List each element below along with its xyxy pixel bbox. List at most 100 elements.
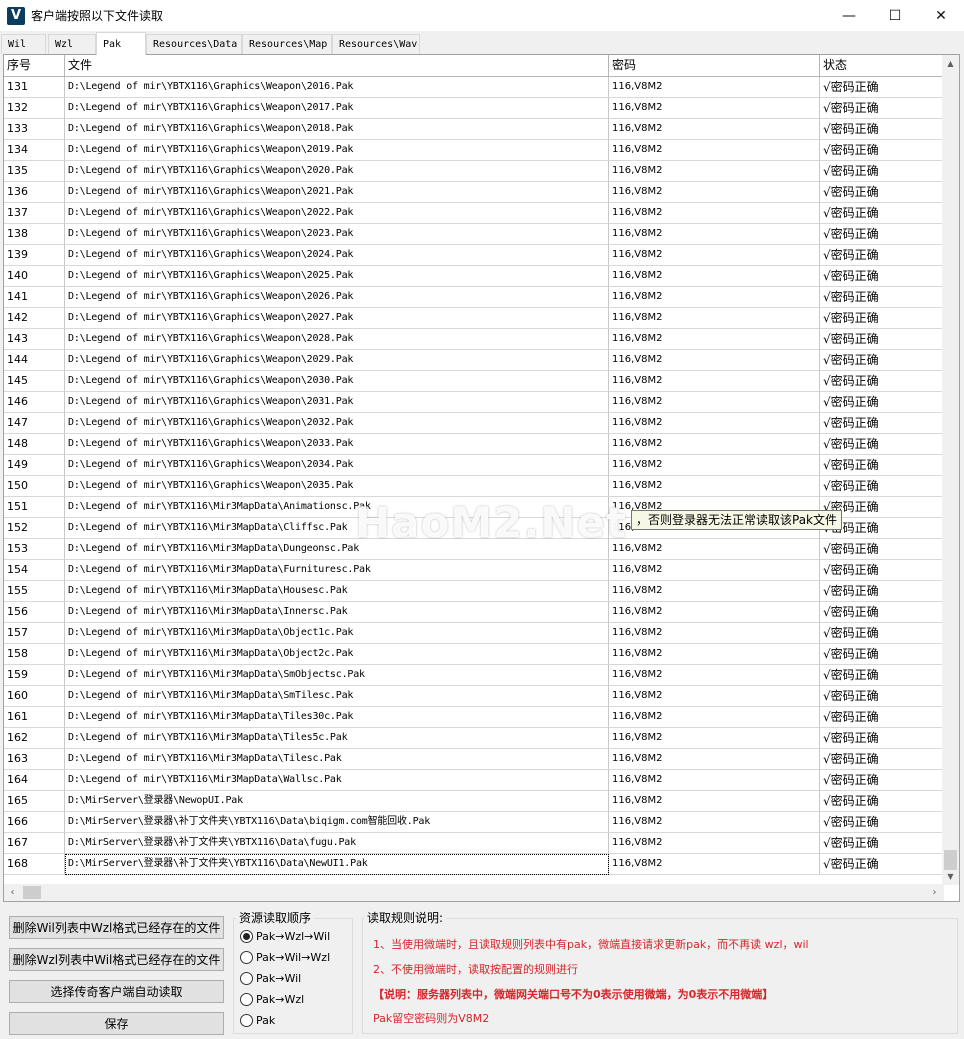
cell-file[interactable]: D:\Legend of mir\YBTX116\Graphics\Weapon…	[65, 77, 609, 98]
cell-status[interactable]: √密码正确	[820, 833, 944, 854]
cell-password[interactable]: 116,V8M2	[609, 665, 820, 686]
column-header-status[interactable]: 状态	[820, 55, 944, 76]
cell-password[interactable]: 116,V8M2	[609, 854, 820, 875]
table-row[interactable]: 135 D:\Legend of mir\YBTX116\Graphics\Wea…	[4, 161, 944, 182]
cell-file[interactable]: D:\Legend of mir\YBTX116\Graphics\Weapon…	[65, 371, 609, 392]
cell-no[interactable]: 167	[4, 833, 65, 854]
horizontal-scrollbar[interactable]: ‹ ›	[4, 884, 944, 901]
table-row[interactable]: 163 D:\Legend of mir\YBTX116\Mir3MapData\…	[4, 749, 944, 770]
cell-status[interactable]: √密码正确	[820, 224, 944, 245]
cell-status[interactable]: √密码正确	[820, 119, 944, 140]
cell-password[interactable]: 116,V8M2	[609, 329, 820, 350]
table-row[interactable]: 147 D:\Legend of mir\YBTX116\Graphics\Wea…	[4, 413, 944, 434]
cell-password[interactable]: 116,V8M2	[609, 644, 820, 665]
table-row[interactable]: 156 D:\Legend of mir\YBTX116\Mir3MapData\…	[4, 602, 944, 623]
cell-file[interactable]: D:\Legend of mir\YBTX116\Mir3MapData\Hou…	[65, 581, 609, 602]
cell-no[interactable]: 136	[4, 182, 65, 203]
cell-file[interactable]: D:\Legend of mir\YBTX116\Graphics\Weapon…	[65, 476, 609, 497]
cell-password[interactable]: 116,V8M2	[609, 119, 820, 140]
cell-password[interactable]: 116,V8M2	[609, 287, 820, 308]
cell-file[interactable]: D:\Legend of mir\YBTX116\Graphics\Weapon…	[65, 98, 609, 119]
table-row[interactable]: 132 D:\Legend of mir\YBTX116\Graphics\Wea…	[4, 98, 944, 119]
cell-password[interactable]: 116,V8M2	[609, 707, 820, 728]
cell-no[interactable]: 134	[4, 140, 65, 161]
cell-status[interactable]: √密码正确	[820, 161, 944, 182]
cell-no[interactable]: 157	[4, 623, 65, 644]
cell-file[interactable]: D:\Legend of mir\YBTX116\Graphics\Weapon…	[65, 182, 609, 203]
table-row[interactable]: 168 D:\MirServer\登录器\补丁文件夹\YBTX116\Data\N…	[4, 854, 944, 875]
cell-status[interactable]: √密码正确	[820, 707, 944, 728]
cell-status[interactable]: √密码正确	[820, 854, 944, 875]
table-row[interactable]: 155 D:\Legend of mir\YBTX116\Mir3MapData\…	[4, 581, 944, 602]
cell-no[interactable]: 164	[4, 770, 65, 791]
cell-status[interactable]: √密码正确	[820, 434, 944, 455]
cell-status[interactable]: √密码正确	[820, 98, 944, 119]
cell-password[interactable]: 116,V8M2	[609, 371, 820, 392]
cell-password[interactable]: 116,V8M2	[609, 560, 820, 581]
table-row[interactable]: 134 D:\Legend of mir\YBTX116\Graphics\Wea…	[4, 140, 944, 161]
delete-wzl-button[interactable]: 删除Wzl列表中Wil格式已经存在的文件	[9, 948, 224, 971]
cell-no[interactable]: 137	[4, 203, 65, 224]
cell-password[interactable]: 116,V8M2	[609, 392, 820, 413]
cell-file[interactable]: D:\Legend of mir\YBTX116\Graphics\Weapon…	[65, 287, 609, 308]
cell-file[interactable]: D:\Legend of mir\YBTX116\Graphics\Weapon…	[65, 329, 609, 350]
scroll-right-icon[interactable]: ›	[926, 884, 943, 901]
cell-password[interactable]: 116,V8M2	[609, 245, 820, 266]
close-button[interactable]: ✕	[918, 0, 964, 31]
cell-status[interactable]: √密码正确	[820, 791, 944, 812]
read-order-option[interactable]: Pak→Wzl→Wil	[240, 927, 330, 945]
cell-no[interactable]: 161	[4, 707, 65, 728]
cell-file[interactable]: D:\MirServer\登录器\NewopUI.Pak	[65, 791, 609, 812]
cell-no[interactable]: 144	[4, 350, 65, 371]
cell-file[interactable]: D:\MirServer\登录器\补丁文件夹\YBTX116\Data\fugu…	[65, 833, 609, 854]
table-row[interactable]: 145 D:\Legend of mir\YBTX116\Graphics\Wea…	[4, 371, 944, 392]
cell-password[interactable]: 116,V8M2	[609, 833, 820, 854]
cell-password[interactable]: 116,V8M2	[609, 686, 820, 707]
tab-wil[interactable]: Wil	[1, 34, 46, 54]
cell-status[interactable]: √密码正确	[820, 77, 944, 98]
cell-file[interactable]: D:\Legend of mir\YBTX116\Mir3MapData\Til…	[65, 749, 609, 770]
cell-file[interactable]: D:\MirServer\登录器\补丁文件夹\YBTX116\Data\NewU…	[65, 854, 609, 875]
cell-status[interactable]: √密码正确	[820, 329, 944, 350]
tab-wzl[interactable]: Wzl	[48, 34, 96, 54]
cell-no[interactable]: 131	[4, 77, 65, 98]
cell-no[interactable]: 147	[4, 413, 65, 434]
cell-file[interactable]: D:\Legend of mir\YBTX116\Graphics\Weapon…	[65, 119, 609, 140]
read-order-option[interactable]: Pak→Wzl	[240, 990, 304, 1008]
cell-no[interactable]: 151	[4, 497, 65, 518]
column-header-password[interactable]: 密码	[609, 55, 820, 76]
table-row[interactable]: 143 D:\Legend of mir\YBTX116\Graphics\Wea…	[4, 329, 944, 350]
column-header-file[interactable]: 文件	[65, 55, 609, 76]
minimize-button[interactable]: —	[826, 0, 872, 31]
table-row[interactable]: 160 D:\Legend of mir\YBTX116\Mir3MapData\…	[4, 686, 944, 707]
table-row[interactable]: 131 D:\Legend of mir\YBTX116\Graphics\Wea…	[4, 77, 944, 98]
cell-no[interactable]: 162	[4, 728, 65, 749]
cell-status[interactable]: √密码正确	[820, 686, 944, 707]
cell-file[interactable]: D:\Legend of mir\YBTX116\Graphics\Weapon…	[65, 308, 609, 329]
table-row[interactable]: 148 D:\Legend of mir\YBTX116\Graphics\Wea…	[4, 434, 944, 455]
scroll-up-icon[interactable]: ▲	[942, 55, 959, 72]
table-row[interactable]: 164 D:\Legend of mir\YBTX116\Mir3MapData\…	[4, 770, 944, 791]
table-row[interactable]: 138 D:\Legend of mir\YBTX116\Graphics\Wea…	[4, 224, 944, 245]
cell-no[interactable]: 154	[4, 560, 65, 581]
cell-status[interactable]: √密码正确	[820, 602, 944, 623]
cell-file[interactable]: D:\Legend of mir\YBTX116\Mir3MapData\SmO…	[65, 665, 609, 686]
table-row[interactable]: 140 D:\Legend of mir\YBTX116\Graphics\Wea…	[4, 266, 944, 287]
cell-file[interactable]: D:\Legend of mir\YBTX116\Mir3MapData\SmT…	[65, 686, 609, 707]
cell-status[interactable]: √密码正确	[820, 287, 944, 308]
cell-password[interactable]: 116,V8M2	[609, 413, 820, 434]
cell-no[interactable]: 150	[4, 476, 65, 497]
table-row[interactable]: 142 D:\Legend of mir\YBTX116\Graphics\Wea…	[4, 308, 944, 329]
cell-file[interactable]: D:\Legend of mir\YBTX116\Mir3MapData\Obj…	[65, 644, 609, 665]
delete-wil-button[interactable]: 删除Wil列表中Wzl格式已经存在的文件	[9, 916, 224, 939]
cell-no[interactable]: 152	[4, 518, 65, 539]
cell-status[interactable]: √密码正确	[820, 770, 944, 791]
cell-status[interactable]: √密码正确	[820, 560, 944, 581]
cell-file[interactable]: D:\Legend of mir\YBTX116\Mir3MapData\Til…	[65, 707, 609, 728]
cell-no[interactable]: 166	[4, 812, 65, 833]
table-row[interactable]: 161 D:\Legend of mir\YBTX116\Mir3MapData\…	[4, 707, 944, 728]
cell-password[interactable]: 116,V8M2	[609, 161, 820, 182]
cell-no[interactable]: 133	[4, 119, 65, 140]
file-grid[interactable]: 序号 文件 密码 状态 131 D:\Legend of mir\YBTX116\…	[3, 54, 960, 902]
table-row[interactable]: 159 D:\Legend of mir\YBTX116\Mir3MapData\…	[4, 665, 944, 686]
